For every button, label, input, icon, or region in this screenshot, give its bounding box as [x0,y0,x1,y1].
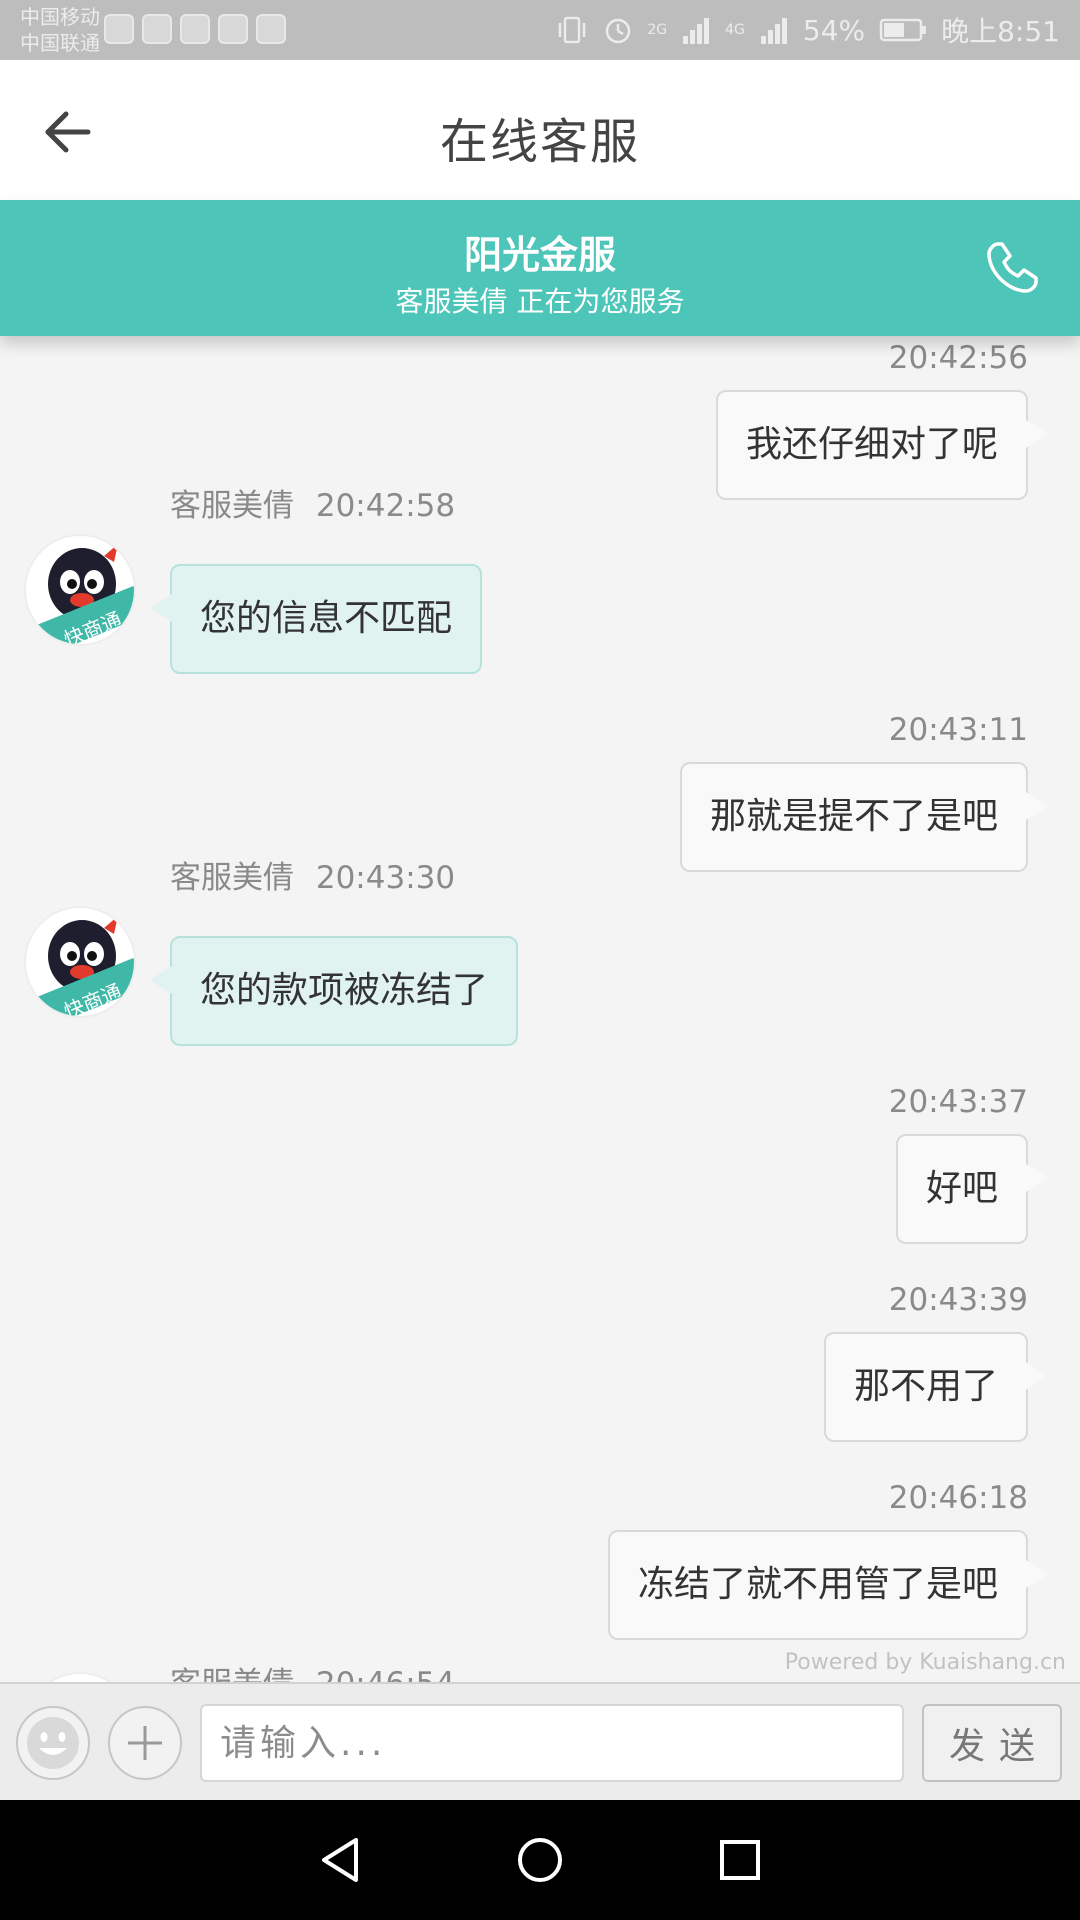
powered-by-label: Powered by Kuaishang.cn [784,1650,1066,1675]
message-timestamp: 20:46:18 [888,1480,1028,1516]
message-timestamp: 20:46:54 [316,1666,455,1682]
agent-avatar [24,1672,136,1682]
network-4g-label: 4G [725,22,745,38]
player-app-icon [256,14,286,44]
news-app-icon [142,14,172,44]
agent-message-meta: 客服美倩 20:46:54 [170,1658,455,1682]
company-name: 阳光金服 [463,233,616,277]
message-timestamp: 20:43:39 [888,1282,1028,1318]
agent-message-bubble[interactable]: 您的款项被冻结了 [149,936,519,1046]
carrier-2: 中国联通 [20,31,100,55]
video-app-icon [104,14,134,44]
alarm-icon [606,18,631,44]
battery-icon [879,18,927,42]
notification-icons [104,14,286,44]
message-timestamp: 20:43:11 [888,712,1028,748]
agent-name: 客服美倩 [170,860,294,896]
penguin-mascot-icon [26,1674,136,1682]
agent-name: 客服美倩 [170,488,294,524]
service-header: 阳光金服 客服美倩 正在为您服务 [0,200,1080,336]
chat-area[interactable]: 20:42:56 我还仔细对了呢 快商通 客服美倩 20:42:58 您的信息不… [0,336,1080,1682]
page-title: 在线客服 [439,114,640,170]
user-message-bubble[interactable]: 那就是提不了是吧 [679,762,1049,872]
status-indicators: 2G 4G 54% 晚上8:51 [555,10,1060,50]
plus-icon [128,1726,162,1760]
message-timestamp: 20:43:30 [315,860,456,896]
agent-avatar: 快商通 [24,906,136,1018]
agent-message-bubble[interactable]: 您的信息不匹配 [149,564,483,674]
user-message-bubble[interactable]: 我还仔细对了呢 [715,390,1049,500]
user-message-bubble[interactable]: 那不用了 [823,1332,1049,1442]
network-2g-label: 2G [647,22,668,38]
status-bar: 中国移动 中国联通 2G 4G 54% 晚上8:51 [0,0,1080,60]
phone-icon[interactable] [980,236,1044,300]
agent-status: 客服美倩 正在为您服务 [395,285,685,318]
battery-percent: 54% [802,13,866,47]
agent-message-meta: 客服美倩 20:42:58 [170,480,455,525]
agent-message-meta: 客服美倩 20:43:30 [170,852,455,897]
message-timestamp: 20:42:56 [888,340,1028,376]
composer-bar: 发送 [0,1682,1080,1800]
message-timestamp: 20:42:58 [315,488,456,524]
system-nav-bar [0,1800,1080,1920]
browser-app-icon [180,14,210,44]
smiley-icon [27,1717,79,1769]
penguin-mascot-icon: 快商通 [26,544,134,644]
user-message-bubble[interactable]: 好吧 [895,1134,1049,1244]
carrier-1: 中国移动 [20,5,100,29]
message-input[interactable] [200,1704,904,1782]
user-message-bubble[interactable]: 冻结了就不用管了是吧 [607,1530,1049,1640]
paw-app-icon [218,14,248,44]
title-bar: 在线客服 [0,60,1080,200]
clock: 晚上8:51 [941,15,1060,48]
send-button[interactable]: 发送 [922,1704,1062,1782]
attach-button[interactable] [108,1706,182,1780]
emoji-button[interactable] [16,1706,90,1780]
signal-icon [683,18,710,44]
agent-avatar: 快商通 [24,534,136,646]
triangle-back-icon[interactable] [310,1830,370,1890]
circle-home-icon[interactable] [510,1830,570,1890]
penguin-mascot-icon: 快商通 [26,916,134,1016]
agent-name: 客服美倩 [170,1666,294,1682]
message-timestamp: 20:43:37 [888,1084,1028,1120]
vibrate-icon [559,16,586,44]
square-recents-icon[interactable] [710,1830,770,1890]
carrier-labels: 中国移动 中国联通 [20,4,100,56]
signal-icon-2 [760,18,787,44]
